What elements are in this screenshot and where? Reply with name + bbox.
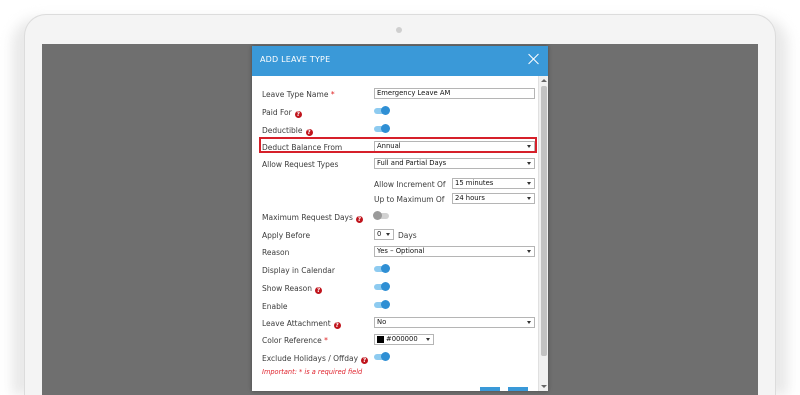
color-reference-label: Color Reference * — [262, 336, 328, 345]
row-display-in-calendar: Display in Calendar — [262, 264, 538, 278]
up-to-maximum-label: Up to Maximum Of — [374, 195, 445, 204]
enable-toggle[interactable] — [374, 300, 390, 309]
row-show-reason: Show Reason? — [262, 282, 538, 296]
scroll-thumb[interactable] — [541, 86, 547, 356]
show-reason-label: Show Reason? — [262, 284, 322, 294]
paid-for-toggle[interactable] — [374, 106, 390, 115]
help-icon[interactable]: ? — [355, 216, 363, 223]
chevron-down-icon — [527, 162, 531, 165]
allow-increment-select[interactable]: 15 minutes — [452, 178, 535, 189]
help-icon[interactable]: ? — [305, 129, 313, 136]
color-swatch — [377, 336, 384, 343]
leave-attachment-select[interactable]: No — [374, 317, 535, 328]
maximum-request-days-toggle[interactable] — [373, 211, 389, 220]
row-leave-type-name: Leave Type Name * Emergency Leave AM — [262, 88, 538, 102]
chevron-down-icon — [527, 321, 531, 324]
display-in-calendar-toggle[interactable] — [374, 264, 390, 273]
row-paid-for: Paid For? — [262, 106, 538, 120]
help-icon[interactable]: ? — [361, 357, 369, 364]
row-apply-before: Apply Before 0 Days — [262, 229, 538, 243]
allow-request-types-select[interactable]: Full and Partial Days — [374, 158, 535, 169]
exclude-holidays-toggle[interactable] — [374, 352, 390, 361]
required-mark: * — [330, 90, 335, 99]
dialog-body: Leave Type Name * Emergency Leave AM Pai… — [252, 76, 538, 391]
footer-button-partial[interactable] — [480, 387, 500, 391]
leave-type-name-label: Leave Type Name * — [262, 90, 335, 99]
row-color-reference: Color Reference * #000000 — [262, 334, 538, 348]
laptop-mockup: ADD LEAVE TYPE Leave Type Name * Emergen… — [0, 0, 800, 395]
apply-before-unit: Days — [398, 231, 417, 240]
reason-select[interactable]: Yes – Optional — [374, 246, 535, 257]
show-reason-toggle[interactable] — [374, 282, 390, 291]
allow-increment-label: Allow Increment Of — [374, 180, 446, 189]
up-to-maximum-select[interactable]: 24 hours — [452, 193, 535, 204]
help-icon[interactable]: ? — [294, 111, 302, 118]
chevron-down-icon — [386, 233, 390, 236]
leave-attachment-label: Leave Attachment? — [262, 319, 341, 329]
display-in-calendar-label: Display in Calendar — [262, 266, 335, 275]
dialog-header: ADD LEAVE TYPE — [252, 46, 548, 76]
help-icon[interactable]: ? — [314, 287, 322, 294]
enable-label: Enable — [262, 302, 288, 311]
chevron-down-icon — [527, 182, 531, 185]
exclude-holidays-label: Exclude Holidays / Offday? — [262, 354, 369, 364]
row-deductible: Deductible? — [262, 124, 538, 138]
row-enable: Enable — [262, 300, 538, 314]
row-up-to-maximum: Up to Maximum Of 24 hours — [262, 193, 538, 207]
deductible-label: Deductible? — [262, 126, 313, 136]
required-field-note: Important: * is a required field — [262, 368, 363, 376]
footer-button-partial[interactable] — [508, 387, 528, 391]
webcam-icon — [396, 27, 402, 33]
row-allow-increment: Allow Increment Of 15 minutes — [262, 178, 538, 192]
scroll-up-icon[interactable] — [541, 79, 547, 82]
chevron-down-icon — [527, 250, 531, 253]
required-mark: * — [324, 336, 328, 345]
color-reference-picker[interactable]: #000000 — [374, 334, 434, 345]
highlight-box — [259, 137, 537, 153]
allow-request-types-label: Allow Request Types — [262, 160, 339, 169]
row-exclude-holidays: Exclude Holidays / Offday? — [262, 352, 538, 366]
close-icon[interactable] — [527, 52, 541, 66]
paid-for-label: Paid For? — [262, 108, 302, 118]
help-icon[interactable]: ? — [333, 322, 341, 329]
dialog-title: ADD LEAVE TYPE — [260, 55, 331, 64]
scroll-down-icon[interactable] — [541, 385, 547, 388]
chevron-down-icon — [426, 338, 430, 341]
apply-before-select[interactable]: 0 — [374, 229, 394, 240]
row-allow-request-types: Allow Request Types Full and Partial Day… — [262, 158, 538, 172]
add-leave-type-dialog: ADD LEAVE TYPE Leave Type Name * Emergen… — [252, 46, 548, 391]
row-leave-attachment: Leave Attachment? No — [262, 317, 538, 331]
chevron-down-icon — [527, 197, 531, 200]
reason-label: Reason — [262, 248, 290, 257]
screen-overlay: ADD LEAVE TYPE Leave Type Name * Emergen… — [42, 44, 758, 395]
leave-type-name-input[interactable]: Emergency Leave AM — [374, 88, 535, 99]
row-maximum-request-days: Maximum Request Days? — [262, 211, 538, 225]
row-reason: Reason Yes – Optional — [262, 246, 538, 260]
apply-before-label: Apply Before — [262, 231, 311, 240]
deductible-toggle[interactable] — [374, 124, 390, 133]
dialog-scrollbar[interactable] — [538, 76, 548, 391]
maximum-request-days-label: Maximum Request Days? — [262, 213, 363, 223]
